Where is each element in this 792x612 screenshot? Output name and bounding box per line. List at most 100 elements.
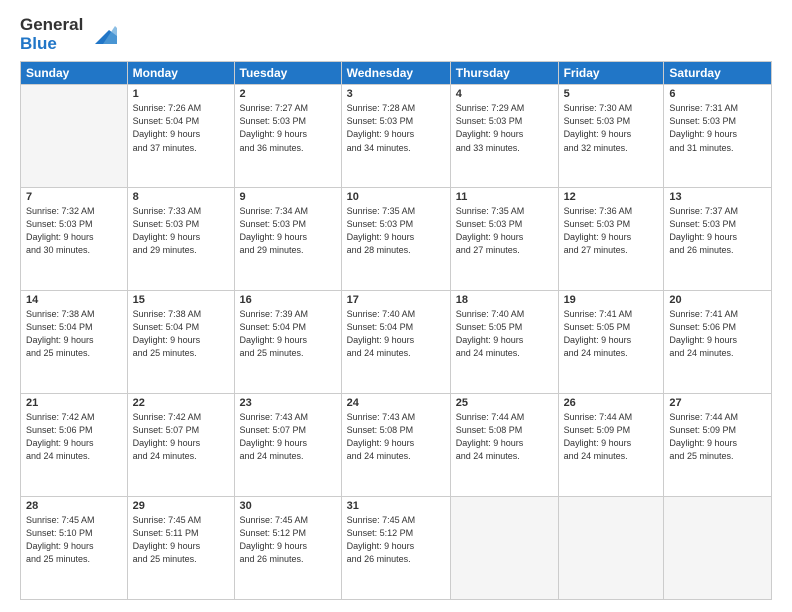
calendar-cell: 6 Sunrise: 7:31 AM Sunset: 5:03 PM Daylig… — [664, 85, 772, 188]
day-info: Sunrise: 7:40 AM Sunset: 5:05 PM Dayligh… — [456, 308, 553, 360]
day-info: Sunrise: 7:45 AM Sunset: 5:10 PM Dayligh… — [26, 514, 122, 566]
day-info: Sunrise: 7:41 AM Sunset: 5:05 PM Dayligh… — [564, 308, 659, 360]
calendar-table: SundayMondayTuesdayWednesdayThursdayFrid… — [20, 61, 772, 600]
day-number: 11 — [456, 191, 553, 203]
calendar-cell: 14 Sunrise: 7:38 AM Sunset: 5:04 PM Dayli… — [21, 291, 128, 394]
day-number: 17 — [347, 294, 445, 306]
calendar-cell — [558, 497, 664, 600]
day-info: Sunrise: 7:42 AM Sunset: 5:07 PM Dayligh… — [133, 411, 229, 463]
calendar-cell: 13 Sunrise: 7:37 AM Sunset: 5:03 PM Dayli… — [664, 188, 772, 291]
day-number: 20 — [669, 294, 766, 306]
calendar-body: 1 Sunrise: 7:26 AM Sunset: 5:04 PM Daylig… — [21, 85, 772, 600]
day-info: Sunrise: 7:43 AM Sunset: 5:07 PM Dayligh… — [240, 411, 336, 463]
calendar-cell: 9 Sunrise: 7:34 AM Sunset: 5:03 PM Daylig… — [234, 188, 341, 291]
day-info: Sunrise: 7:35 AM Sunset: 5:03 PM Dayligh… — [347, 205, 445, 257]
calendar-cell — [21, 85, 128, 188]
calendar-cell: 29 Sunrise: 7:45 AM Sunset: 5:11 PM Dayli… — [127, 497, 234, 600]
calendar-cell: 21 Sunrise: 7:42 AM Sunset: 5:06 PM Dayli… — [21, 394, 128, 497]
weekday-thursday: Thursday — [450, 62, 558, 85]
day-info: Sunrise: 7:44 AM Sunset: 5:08 PM Dayligh… — [456, 411, 553, 463]
weekday-sunday: Sunday — [21, 62, 128, 85]
calendar-cell: 7 Sunrise: 7:32 AM Sunset: 5:03 PM Daylig… — [21, 188, 128, 291]
day-number: 6 — [669, 88, 766, 100]
day-info: Sunrise: 7:44 AM Sunset: 5:09 PM Dayligh… — [669, 411, 766, 463]
calendar-cell: 18 Sunrise: 7:40 AM Sunset: 5:05 PM Dayli… — [450, 291, 558, 394]
day-number: 18 — [456, 294, 553, 306]
calendar-cell: 30Sunrise: 7:45 AM Sunset: 5:12 PM Dayli… — [234, 497, 341, 600]
calendar-cell — [450, 497, 558, 600]
day-info: Sunrise: 7:36 AM Sunset: 5:03 PM Dayligh… — [564, 205, 659, 257]
calendar-cell: 24 Sunrise: 7:43 AM Sunset: 5:08 PM Dayli… — [341, 394, 450, 497]
day-number: 12 — [564, 191, 659, 203]
day-number: 28 — [26, 500, 122, 512]
day-number: 26 — [564, 397, 659, 409]
day-info: Sunrise: 7:30 AM Sunset: 5:03 PM Dayligh… — [564, 102, 659, 154]
day-number: 19 — [564, 294, 659, 306]
day-number: 3 — [347, 88, 445, 100]
logo-blue: Blue — [20, 35, 83, 54]
day-number: 5 — [564, 88, 659, 100]
week-row-3: 14 Sunrise: 7:38 AM Sunset: 5:04 PM Dayli… — [21, 291, 772, 394]
day-info: Sunrise: 7:37 AM Sunset: 5:03 PM Dayligh… — [669, 205, 766, 257]
day-info: Sunrise: 7:29 AM Sunset: 5:03 PM Dayligh… — [456, 102, 553, 154]
day-number: 7 — [26, 191, 122, 203]
calendar-cell: 25 Sunrise: 7:44 AM Sunset: 5:08 PM Dayli… — [450, 394, 558, 497]
day-number: 27 — [669, 397, 766, 409]
day-info: Sunrise: 7:34 AM Sunset: 5:03 PM Dayligh… — [240, 205, 336, 257]
day-info: Sunrise: 7:41 AM Sunset: 5:06 PM Dayligh… — [669, 308, 766, 360]
calendar-cell: 5 Sunrise: 7:30 AM Sunset: 5:03 PM Daylig… — [558, 85, 664, 188]
day-info: Sunrise: 7:35 AM Sunset: 5:03 PM Dayligh… — [456, 205, 553, 257]
calendar-cell: 8 Sunrise: 7:33 AM Sunset: 5:03 PM Daylig… — [127, 188, 234, 291]
day-info: Sunrise: 7:42 AM Sunset: 5:06 PM Dayligh… — [26, 411, 122, 463]
calendar-cell: 23 Sunrise: 7:43 AM Sunset: 5:07 PM Dayli… — [234, 394, 341, 497]
day-info: Sunrise: 7:28 AM Sunset: 5:03 PM Dayligh… — [347, 102, 445, 154]
day-number: 13 — [669, 191, 766, 203]
day-number: 9 — [240, 191, 336, 203]
day-info: Sunrise: 7:33 AM Sunset: 5:03 PM Dayligh… — [133, 205, 229, 257]
week-row-5: 28 Sunrise: 7:45 AM Sunset: 5:10 PM Dayli… — [21, 497, 772, 600]
day-info: Sunrise: 7:27 AM Sunset: 5:03 PM Dayligh… — [240, 102, 336, 154]
day-number: 29 — [133, 500, 229, 512]
day-info: Sunrise: 7:32 AM Sunset: 5:03 PM Dayligh… — [26, 205, 122, 257]
day-info: Sunrise: 7:43 AM Sunset: 5:08 PM Dayligh… — [347, 411, 445, 463]
week-row-1: 1 Sunrise: 7:26 AM Sunset: 5:04 PM Daylig… — [21, 85, 772, 188]
day-number: 23 — [240, 397, 336, 409]
day-info: Sunrise: 7:39 AM Sunset: 5:04 PM Dayligh… — [240, 308, 336, 360]
day-number: 25 — [456, 397, 553, 409]
day-info: Sunrise: 7:44 AM Sunset: 5:09 PM Dayligh… — [564, 411, 659, 463]
day-number: 22 — [133, 397, 229, 409]
day-info: Sunrise: 7:26 AM Sunset: 5:04 PM Dayligh… — [133, 102, 229, 154]
day-number: 31 — [347, 500, 445, 512]
page: General Blue SundayMondayTuesdayWednesda… — [0, 0, 792, 612]
day-number: 24 — [347, 397, 445, 409]
day-number: 15 — [133, 294, 229, 306]
weekday-saturday: Saturday — [664, 62, 772, 85]
day-info: Sunrise: 7:38 AM Sunset: 5:04 PM Dayligh… — [26, 308, 122, 360]
day-number: 8 — [133, 191, 229, 203]
week-row-2: 7 Sunrise: 7:32 AM Sunset: 5:03 PM Daylig… — [21, 188, 772, 291]
day-number: 2 — [240, 88, 336, 100]
day-number: 14 — [26, 294, 122, 306]
day-number: 30 — [240, 500, 336, 512]
day-number: 16 — [240, 294, 336, 306]
calendar-cell: 17Sunrise: 7:40 AM Sunset: 5:04 PM Dayli… — [341, 291, 450, 394]
day-number: 21 — [26, 397, 122, 409]
day-info: Sunrise: 7:31 AM Sunset: 5:03 PM Dayligh… — [669, 102, 766, 154]
logo-general: General — [20, 16, 83, 35]
calendar-cell: 15Sunrise: 7:38 AM Sunset: 5:04 PM Dayli… — [127, 291, 234, 394]
header: General Blue — [20, 16, 772, 53]
calendar-cell: 19 Sunrise: 7:41 AM Sunset: 5:05 PM Dayli… — [558, 291, 664, 394]
weekday-header-row: SundayMondayTuesdayWednesdayThursdayFrid… — [21, 62, 772, 85]
weekday-tuesday: Tuesday — [234, 62, 341, 85]
logo-icon — [87, 22, 117, 48]
day-number: 1 — [133, 88, 229, 100]
calendar-cell: 12 Sunrise: 7:36 AM Sunset: 5:03 PM Dayli… — [558, 188, 664, 291]
weekday-friday: Friday — [558, 62, 664, 85]
calendar-cell: 22 Sunrise: 7:42 AM Sunset: 5:07 PM Dayli… — [127, 394, 234, 497]
calendar-cell: 2 Sunrise: 7:27 AM Sunset: 5:03 PM Daylig… — [234, 85, 341, 188]
weekday-wednesday: Wednesday — [341, 62, 450, 85]
calendar-cell: 11 Sunrise: 7:35 AM Sunset: 5:03 PM Dayli… — [450, 188, 558, 291]
day-info: Sunrise: 7:45 AM Sunset: 5:11 PM Dayligh… — [133, 514, 229, 566]
calendar-cell: 20 Sunrise: 7:41 AM Sunset: 5:06 PM Dayli… — [664, 291, 772, 394]
calendar-cell: 1 Sunrise: 7:26 AM Sunset: 5:04 PM Daylig… — [127, 85, 234, 188]
